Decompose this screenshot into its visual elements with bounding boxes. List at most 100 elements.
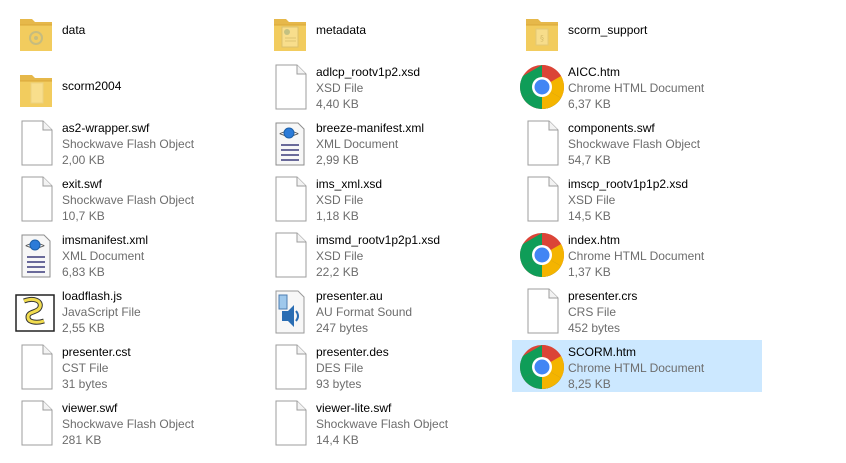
file-info: index.htm Chrome HTML Document 1,37 KB [568,232,758,280]
file-size: 22,2 KB [316,265,359,279]
file-tile-imscp-rootv1p1p2-xsd[interactable]: imscp_rootv1p1p2.xsd XSD File 14,5 KB [512,172,762,224]
folder-icon [12,7,60,55]
file-info: AICC.htm Chrome HTML Document 6,37 KB [568,64,758,112]
file-size: 247 bytes [316,321,369,335]
file-type: JavaScript File [62,305,141,319]
blank-file-icon [12,399,60,447]
file-info: adlcp_rootv1p2.xsd XSD File 4,40 KB [316,64,506,112]
file-size: 6,83 KB [62,265,105,279]
file-info: as2-wrapper.swf Shockwave Flash Object 2,0… [62,120,252,168]
file-size: 54,7 KB [568,153,611,167]
file-size: 6,37 KB [568,97,611,111]
blank-file-icon [266,175,314,223]
file-name: breeze-manifest.xml [316,121,425,135]
file-name: viewer-lite.swf [316,401,392,415]
file-name: loadflash.js [62,289,123,303]
file-tile-data[interactable]: data [6,4,256,56]
file-tile-scorm-support[interactable]: §scorm_support [512,4,762,56]
chrome-icon [518,231,566,279]
file-type: Shockwave Flash Object [568,137,701,151]
file-tile-aicc-htm[interactable]: AICC.htm Chrome HTML Document 6,37 KB [512,60,762,112]
file-name: scorm2004 [62,79,122,93]
file-info: exit.swf Shockwave Flash Object 10,7 KB [62,176,252,224]
js-file-icon [12,287,60,335]
file-type: Shockwave Flash Object [62,137,195,151]
file-info: viewer-lite.swf Shockwave Flash Object 14,… [316,400,506,448]
file-name: SCORM.htm [568,345,637,359]
blank-file-icon [266,399,314,447]
folder-icon [12,63,60,111]
file-tile-exit-swf[interactable]: exit.swf Shockwave Flash Object 10,7 KB [6,172,256,224]
file-tile-breeze-manifest-xml[interactable]: < > breeze-manifest.xml XML Document 2,99 K… [260,116,510,168]
blank-file-icon [518,287,566,335]
xml-file-icon: < > [12,231,60,279]
file-type: AU Format Sound [316,305,413,319]
file-info: presenter.cst CST File 31 bytes [62,344,252,392]
file-type: XML Document [62,249,145,263]
blank-file-icon [518,119,566,167]
file-info: SCORM.htm Chrome HTML Document 8,25 KB [568,344,758,392]
file-size: 452 bytes [568,321,621,335]
blank-file-icon [266,231,314,279]
file-info: components.swf Shockwave Flash Object 54,7… [568,120,758,168]
file-tile-presenter-au[interactable]: presenter.au AU Format Sound 247 bytes [260,284,510,336]
file-tile-adlcp-rootv1p2-xsd[interactable]: adlcp_rootv1p2.xsd XSD File 4,40 KB [260,60,510,112]
file-info: loadflash.js JavaScript File 2,55 KB [62,288,252,336]
file-size: 10,7 KB [62,209,105,223]
file-name: adlcp_rootv1p2.xsd [316,65,421,79]
file-type: CST File [62,361,109,375]
file-size: 2,99 KB [316,153,359,167]
file-tile-viewer-lite-swf[interactable]: viewer-lite.swf Shockwave Flash Object 14,… [260,396,510,448]
file-tile-presenter-cst[interactable]: presenter.cst CST File 31 bytes [6,340,256,392]
file-tile-ims-xml-xsd[interactable]: ims_xml.xsd XSD File 1,18 KB [260,172,510,224]
file-tile-presenter-crs[interactable]: presenter.crs CRS File 452 bytes [512,284,762,336]
file-tile-loadflash-js[interactable]: loadflash.js JavaScript File 2,55 KB [6,284,256,336]
file-info: viewer.swf Shockwave Flash Object 281 KB [62,400,252,448]
file-name: viewer.swf [62,401,118,415]
file-info: imsmd_rootv1p2p1.xsd XSD File 22,2 KB [316,232,506,280]
file-tile-index-htm[interactable]: index.htm Chrome HTML Document 1,37 KB [512,228,762,280]
file-size: 14,4 KB [316,433,359,447]
file-name: metadata [316,23,367,37]
file-tile-metadata[interactable]: metadata [260,4,510,56]
chrome-icon [518,343,566,391]
file-size: 31 bytes [62,377,108,391]
file-type: Shockwave Flash Object [62,193,195,207]
file-tile-imsmanifest-xml[interactable]: < > imsmanifest.xml XML Document 6,83 KB [6,228,256,280]
file-name: components.swf [568,121,655,135]
file-type: Chrome HTML Document [568,81,705,95]
file-info: scorm_support [568,22,758,38]
folder-icon [266,7,314,55]
file-size: 14,5 KB [568,209,611,223]
file-tile-scorm2004[interactable]: scorm2004 [6,60,256,112]
file-type: DES File [316,361,364,375]
file-size: 2,00 KB [62,153,105,167]
file-type: CRS File [568,305,617,319]
file-type: Shockwave Flash Object [62,417,195,431]
file-name: presenter.cst [62,345,131,359]
file-name: index.htm [568,233,621,247]
file-info: presenter.crs CRS File 452 bytes [568,288,758,336]
file-name: presenter.des [316,345,389,359]
file-tile-viewer-swf[interactable]: viewer.swf Shockwave Flash Object 281 KB [6,396,256,448]
file-size: 1,18 KB [316,209,359,223]
blank-file-icon [266,343,314,391]
file-tile-as2-wrapper-swf[interactable]: as2-wrapper.swf Shockwave Flash Object 2,0… [6,116,256,168]
file-tile-scorm-htm[interactable]: SCORM.htm Chrome HTML Document 8,25 KB [512,340,762,392]
file-type: XSD File [316,81,364,95]
file-size: 2,55 KB [62,321,105,335]
file-type: Chrome HTML Document [568,361,705,375]
file-name: as2-wrapper.swf [62,121,150,135]
xml-file-icon: < > [266,119,314,167]
file-tile-presenter-des[interactable]: presenter.des DES File 93 bytes [260,340,510,392]
chrome-icon [518,63,566,111]
file-tiles-view: data metadata §scorm_support scorm2004 adlcp… [0,0,846,463]
file-name: ims_xml.xsd [316,177,383,191]
file-tile-imsmd-rootv1p2p1-xsd[interactable]: imsmd_rootv1p2p1.xsd XSD File 22,2 KB [260,228,510,280]
file-type: Chrome HTML Document [568,249,705,263]
file-name: imsmd_rootv1p2p1.xsd [316,233,441,247]
file-info: imsmanifest.xml XML Document 6,83 KB [62,232,252,280]
file-info: metadata [316,22,506,38]
file-name: AICC.htm [568,65,621,79]
file-tile-components-swf[interactable]: components.swf Shockwave Flash Object 54,7… [512,116,762,168]
